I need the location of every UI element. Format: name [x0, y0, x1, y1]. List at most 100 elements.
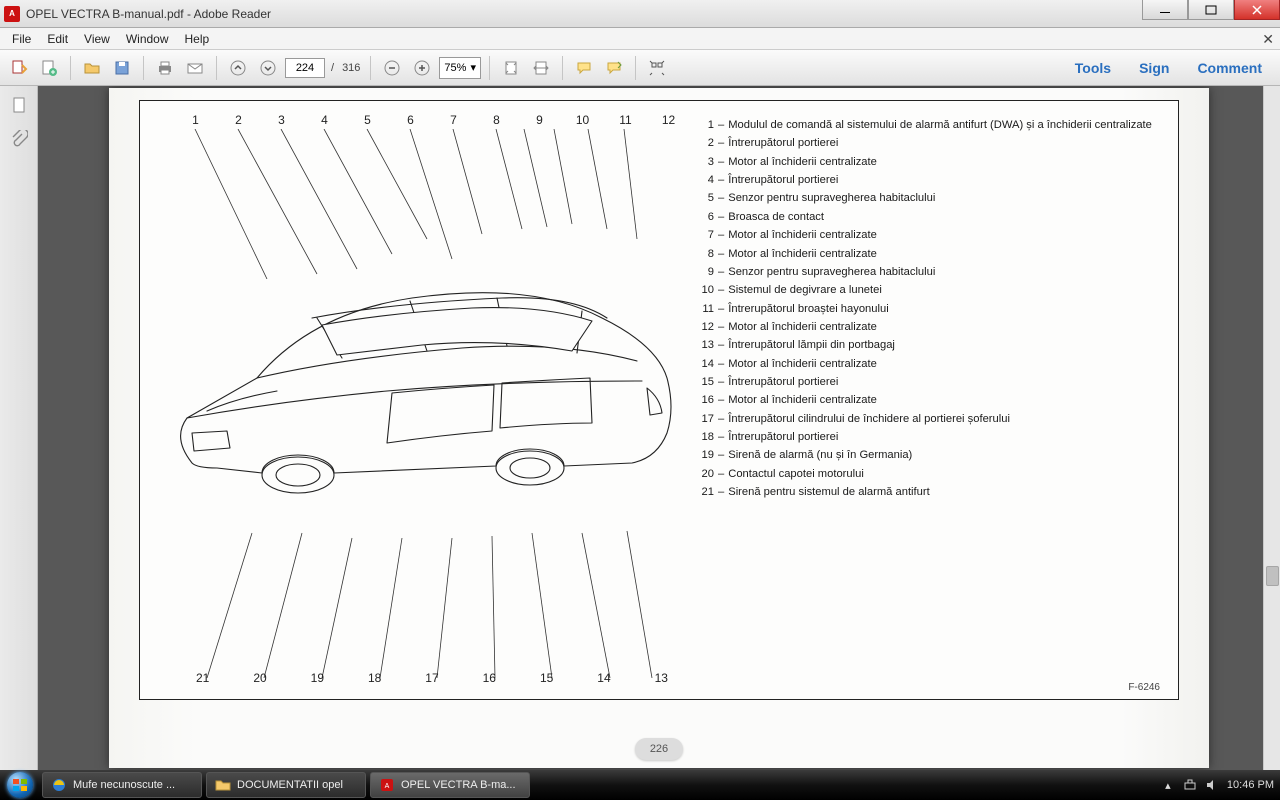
create-pdf-button[interactable]	[36, 55, 62, 81]
legend-item: 8–Motor al închiderii centralizate	[696, 246, 1158, 263]
page-number-input[interactable]	[285, 58, 325, 78]
callout-number: 17	[403, 671, 460, 685]
legend-item: 11–Întrerupătorul broaștei hayonului	[696, 301, 1158, 318]
toolbar-separator	[562, 56, 563, 80]
legend-item: 3–Motor al închiderii centralizate	[696, 154, 1158, 171]
callout-number: 19	[289, 671, 346, 685]
legend-text: Senzor pentru supravegherea habitaclului	[728, 264, 1158, 281]
page-up-button[interactable]	[225, 55, 251, 81]
vertical-scrollbar[interactable]	[1263, 86, 1280, 770]
legend-item: 5–Senzor pentru supravegherea habitaclul…	[696, 190, 1158, 207]
callout-number: 3	[260, 113, 303, 127]
legend-number: 1	[696, 117, 718, 134]
menu-file[interactable]: File	[4, 30, 39, 48]
legend-number: 16	[696, 392, 718, 409]
clock[interactable]: 10:46 PM	[1227, 779, 1274, 791]
taskbar-item[interactable]: Mufe necunoscute ...	[42, 772, 202, 798]
legend-text: Motor al închiderii centralizate	[728, 392, 1158, 409]
callout-number: 5	[346, 113, 389, 127]
legend-number: 21	[696, 484, 718, 501]
window-title: OPEL VECTRA B-manual.pdf - Adobe Reader	[26, 7, 1276, 21]
legend-number: 2	[696, 135, 718, 152]
pdf-icon: A	[379, 777, 395, 793]
start-button[interactable]	[0, 770, 40, 800]
taskbar-item[interactable]: AOPEL VECTRA B-ma...	[370, 772, 530, 798]
taskbar-item[interactable]: DOCUMENTATII opel	[206, 772, 366, 798]
menu-edit[interactable]: Edit	[39, 30, 76, 48]
network-icon[interactable]	[1183, 778, 1197, 792]
tools-panel-button[interactable]: Tools	[1063, 56, 1123, 80]
email-button[interactable]	[182, 55, 208, 81]
legend-text: Sirenă de alarmă (nu și în Germania)	[728, 447, 1158, 464]
menu-help[interactable]: Help	[177, 30, 218, 48]
callout-lines-bottom	[152, 528, 692, 678]
volume-icon[interactable]	[1205, 778, 1219, 792]
legend-item: 7–Motor al închiderii centralizate	[696, 227, 1158, 244]
legend: 1–Modulul de comandă al sistemului de al…	[692, 113, 1166, 687]
legend-number: 12	[696, 319, 718, 336]
thumbnails-button[interactable]	[8, 94, 30, 116]
legend-text: Întrerupătorul portierei	[728, 172, 1158, 189]
comment-tool-button[interactable]	[571, 55, 597, 81]
legend-text: Întrerupătorul portierei	[728, 374, 1158, 391]
scrollbar-thumb[interactable]	[1266, 566, 1279, 586]
maximize-button[interactable]	[1188, 0, 1234, 20]
fit-width-button[interactable]	[528, 55, 554, 81]
close-button[interactable]	[1234, 0, 1280, 20]
zoom-in-button[interactable]	[409, 55, 435, 81]
zoom-out-button[interactable]	[379, 55, 405, 81]
callout-number: 21	[174, 671, 231, 685]
export-pdf-button[interactable]	[6, 55, 32, 81]
page-down-button[interactable]	[255, 55, 281, 81]
callout-number: 20	[231, 671, 288, 685]
read-mode-button[interactable]	[644, 55, 670, 81]
save-button[interactable]	[109, 55, 135, 81]
tray-expand-icon[interactable]: ▴	[1161, 778, 1175, 792]
callouts-top: 123456789101112	[174, 113, 690, 127]
callouts-bottom: 212019181716151413	[174, 671, 690, 685]
minimize-button[interactable]	[1142, 0, 1188, 20]
legend-number: 11	[696, 301, 718, 318]
legend-item: 9–Senzor pentru supravegherea habitaclul…	[696, 264, 1158, 281]
open-button[interactable]	[79, 55, 105, 81]
taskbar: Mufe necunoscute ... DOCUMENTATII opel AOP…	[0, 770, 1280, 800]
figure-code: F-6246	[1128, 682, 1160, 693]
legend-item: 19–Sirenă de alarmă (nu și în Germania)	[696, 447, 1158, 464]
sign-panel-button[interactable]: Sign	[1127, 56, 1181, 80]
page-separator: /	[331, 62, 334, 74]
callout-number: 12	[647, 113, 690, 127]
toolbar-separator	[216, 56, 217, 80]
menu-view[interactable]: View	[76, 30, 118, 48]
ie-icon	[51, 777, 67, 793]
diagram-area: 123456789101112	[152, 113, 692, 687]
legend-text: Întrerupătorul lămpii din portbagaj	[728, 337, 1158, 354]
toolbar-separator	[143, 56, 144, 80]
zoom-level-select[interactable]: 75%▾	[439, 57, 481, 79]
legend-text: Sistemul de degivrare a lunetei	[728, 282, 1158, 299]
svg-text:A: A	[385, 783, 390, 790]
close-document-button[interactable]: ✕	[1262, 31, 1274, 48]
menu-window[interactable]: Window	[118, 30, 177, 48]
print-button[interactable]	[152, 55, 178, 81]
legend-item: 14–Motor al închiderii centralizate	[696, 356, 1158, 373]
callout-number: 6	[389, 113, 432, 127]
document-viewport[interactable]: 123456789101112	[38, 86, 1280, 770]
toolbar-separator	[635, 56, 636, 80]
system-tray: ▴ 10:46 PM	[1161, 778, 1274, 792]
legend-number: 6	[696, 209, 718, 226]
comment-panel-button[interactable]: Comment	[1185, 56, 1274, 80]
attachments-button[interactable]	[8, 128, 30, 150]
car-illustration	[162, 263, 682, 543]
legend-text: Întrerupătorul cilindrului de închidere …	[728, 411, 1158, 428]
legend-text: Motor al închiderii centralizate	[728, 319, 1158, 336]
pdf-page: 123456789101112	[109, 88, 1209, 768]
legend-number: 4	[696, 172, 718, 189]
fill-sign-button[interactable]	[601, 55, 627, 81]
taskbar-item-label: Mufe necunoscute ...	[73, 779, 175, 791]
legend-item: 10–Sistemul de degivrare a lunetei	[696, 282, 1158, 299]
callout-number: 16	[461, 671, 518, 685]
fit-page-button[interactable]	[498, 55, 524, 81]
legend-text: Senzor pentru supravegherea habitaclului	[728, 190, 1158, 207]
main-area: 123456789101112	[0, 86, 1280, 770]
taskbar-item-label: DOCUMENTATII opel	[237, 779, 343, 791]
